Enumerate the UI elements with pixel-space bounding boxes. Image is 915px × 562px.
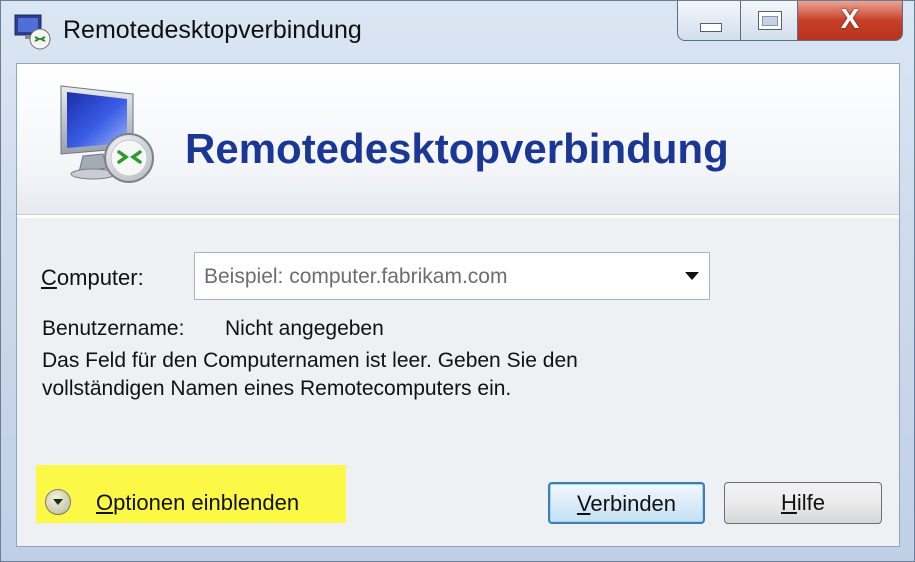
username-value: Nicht angegeben <box>225 317 384 340</box>
remote-desktop-app-icon[interactable] <box>13 13 53 51</box>
dialog-client-area: Remotedesktopverbindung Computer: Beispi… <box>16 63 900 547</box>
help-mnemonic: H <box>780 490 797 515</box>
computer-label-mnemonic: C <box>41 265 57 290</box>
show-options-link[interactable]: Optionen einblenden <box>96 490 299 516</box>
computer-label-text: omputer: <box>56 265 144 290</box>
dropdown-arrow-icon[interactable] <box>685 272 699 280</box>
show-options-mnemonic: O <box>96 490 114 515</box>
minimize-icon <box>700 23 722 32</box>
info-text-line-2: vollständigen Namen eines Remotecomputer… <box>42 377 512 400</box>
info-text-line-1: Das Feld für den Computernamen ist leer.… <box>42 349 578 372</box>
connect-text: erbinden <box>590 491 677 516</box>
remote-desktop-window: Remotedesktopverbindung X Remotedesktopv… <box>0 0 915 562</box>
maximize-button[interactable] <box>740 1 798 41</box>
help-text: ilfe <box>796 490 825 515</box>
close-button[interactable]: X <box>797 1 903 41</box>
minimize-button[interactable] <box>677 1 741 41</box>
username-label: Benutzername: <box>42 317 185 340</box>
help-button[interactable]: Hilfe <box>724 482 882 524</box>
banner-title: Remotedesktopverbindung <box>185 125 729 172</box>
connect-button[interactable]: Verbinden <box>548 482 705 524</box>
computer-label: Computer: <box>41 265 144 291</box>
maximize-icon <box>758 11 782 30</box>
close-icon: X <box>840 3 860 34</box>
monitor-remote-icon <box>60 85 154 183</box>
computer-combobox[interactable]: Beispiel: computer.fabrikam.com <box>194 252 710 300</box>
show-options-text: ptionen einblenden <box>113 490 300 515</box>
chevron-down-circle-icon[interactable] <box>45 489 71 515</box>
header-banner: Remotedesktopverbindung <box>17 64 899 218</box>
title-bar[interactable]: Remotedesktopverbindung X <box>1 1 914 63</box>
computer-input-placeholder[interactable]: Beispiel: computer.fabrikam.com <box>204 265 507 289</box>
window-title: Remotedesktopverbindung <box>63 16 362 44</box>
connect-mnemonic: V <box>576 491 591 516</box>
